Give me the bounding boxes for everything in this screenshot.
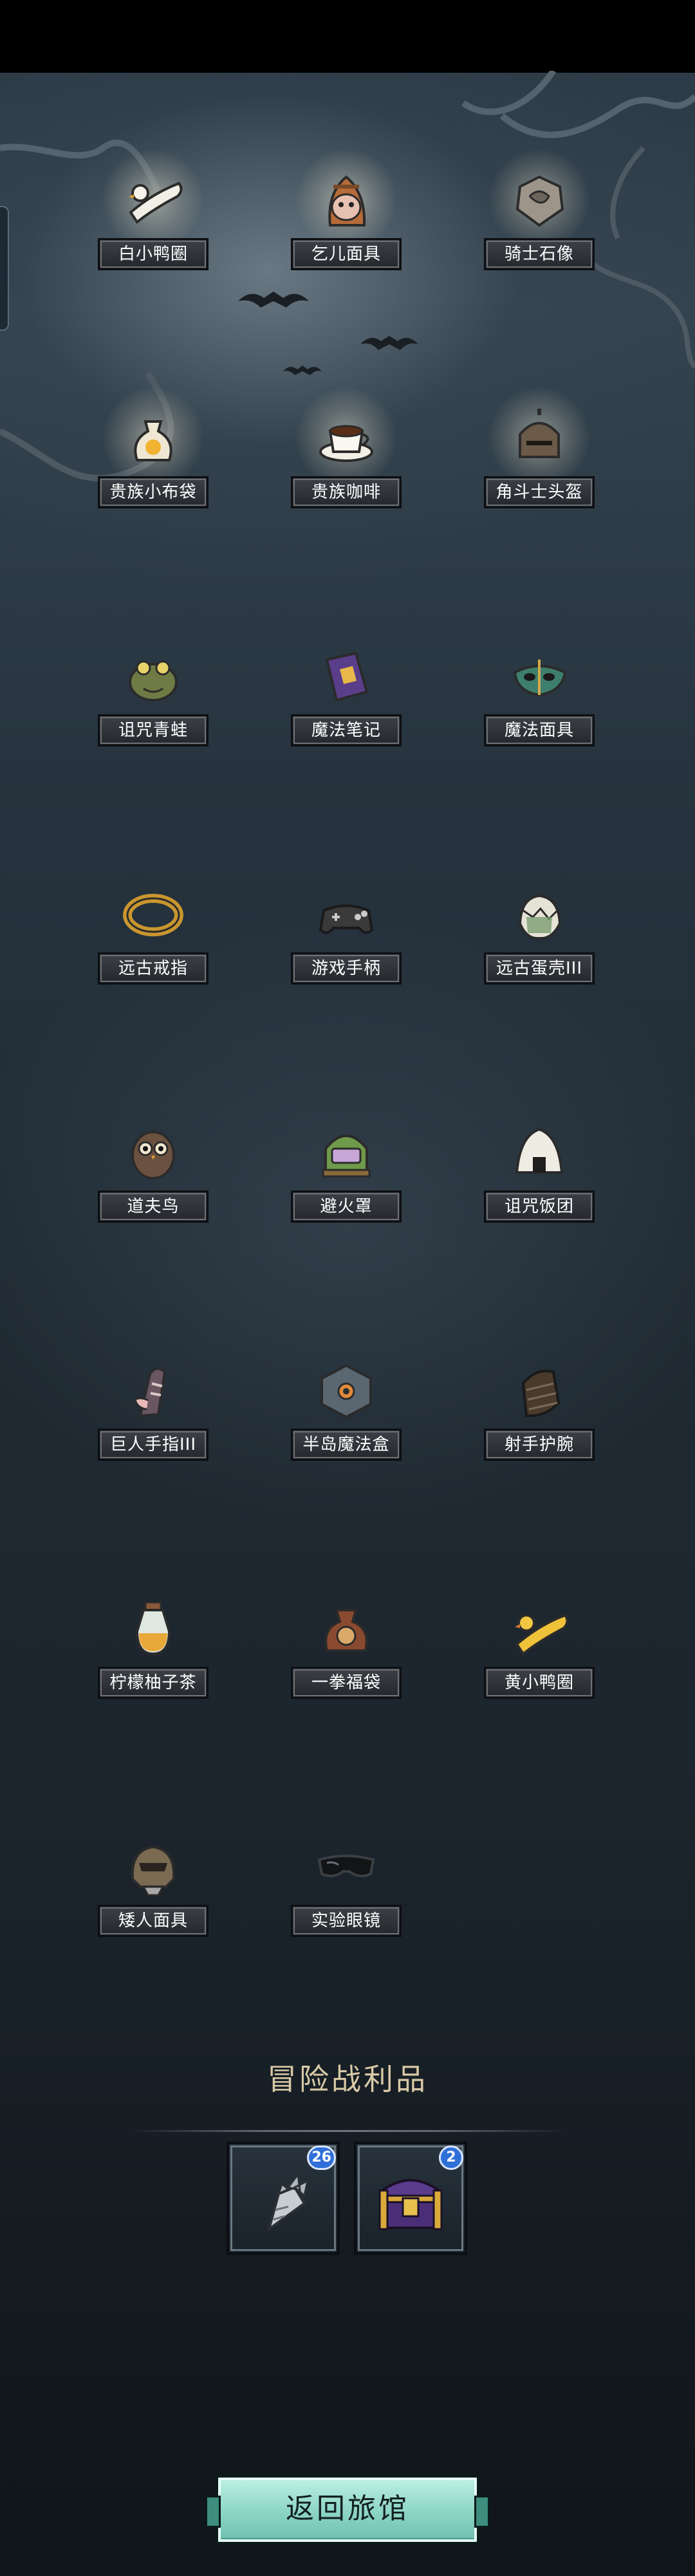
top-black-bar: [0, 0, 695, 73]
item-name-label: 实验眼镜: [291, 1905, 402, 1937]
item-name-label: 柠檬柚子茶: [98, 1667, 208, 1699]
fire-shield-helmet-icon: [322, 1135, 371, 1178]
button-right-cap: [474, 2496, 490, 2528]
collection-item[interactable]: 实验眼镜: [282, 1808, 411, 1950]
collection-item[interactable]: 白小鸭圈: [89, 142, 218, 283]
item-name-label: 诅咒青蛙: [98, 714, 208, 746]
collection-item[interactable]: 骑士石像: [475, 142, 604, 283]
collection-item[interactable]: 柠檬柚子茶: [89, 1570, 218, 1712]
collection-item[interactable]: 远古蛋壳III: [475, 856, 604, 997]
return-to-inn-button[interactable]: 返回旅馆: [205, 2474, 490, 2545]
collection-item[interactable]: 魔法面具: [475, 618, 604, 759]
item-name-label: 贵族咖啡: [291, 476, 402, 508]
collection-item[interactable]: 一拳福袋: [282, 1570, 411, 1712]
collection-item[interactable]: 游戏手柄: [282, 856, 411, 997]
lemon-tea-icon: [135, 1601, 171, 1656]
collection-item[interactable]: 乞儿面具: [282, 142, 411, 283]
item-name-label: 半岛魔法盒: [291, 1429, 402, 1461]
item-name-label: 巨人手指III: [98, 1429, 208, 1461]
dwarf-mask-icon: [131, 1845, 176, 1896]
loot-divider: [129, 2130, 566, 2132]
treasure-chest-icon: [378, 2179, 443, 2230]
lab-goggles-icon: [317, 1855, 375, 1878]
gladiator-helmet-icon: [519, 409, 560, 458]
item-name-label: 矮人面具: [98, 1905, 208, 1937]
collection-item[interactable]: 贵族小布袋: [89, 380, 218, 521]
item-name-label: 角斗士头盔: [484, 476, 595, 508]
item-name-label: 诅咒饭团: [484, 1191, 595, 1223]
archer-bracer-icon: [521, 1369, 561, 1418]
item-name-label: 道夫鸟: [98, 1191, 208, 1223]
collection-item[interactable]: 道夫鸟: [89, 1094, 218, 1236]
bat-icon: [283, 366, 322, 375]
collection-item[interactable]: 远古戒指: [89, 856, 218, 997]
item-name-label: 魔法笔记: [291, 714, 402, 746]
white-duck-ring-icon: [129, 181, 183, 224]
magic-mask-icon: [513, 660, 567, 697]
yellow-duck-ring-icon: [515, 1613, 569, 1656]
collection-item[interactable]: 半岛魔法盒: [282, 1332, 411, 1474]
magic-notebook-icon: [325, 651, 369, 702]
collection-item[interactable]: 避火罩: [282, 1094, 411, 1236]
item-name-label: 远古戒指: [98, 952, 208, 985]
beggar-mask-icon: [328, 175, 366, 227]
collection-item[interactable]: 巨人手指III: [89, 1332, 218, 1474]
collection-item[interactable]: 矮人面具: [89, 1808, 218, 1950]
magic-box-icon: [320, 1364, 372, 1419]
item-name-label: 黄小鸭圈: [484, 1667, 595, 1699]
item-name-label: 射手护腕: [484, 1429, 595, 1461]
item-name-label: 白小鸭圈: [98, 238, 208, 270]
item-name-label: 骑士石像: [484, 238, 595, 270]
item-name-label: 魔法面具: [484, 714, 595, 746]
loot-count-badge: 26: [307, 2145, 336, 2170]
owl-icon: [131, 1131, 175, 1180]
collection-item[interactable]: 诅咒饭团: [475, 1094, 604, 1236]
loot-slot-carrot[interactable]: 26: [227, 2142, 340, 2255]
collection-item[interactable]: 魔法笔记: [282, 618, 411, 759]
bat-icon: [238, 292, 309, 308]
knight-statue-icon: [515, 175, 564, 227]
ancient-ring-icon: [123, 894, 183, 936]
item-name-label: 远古蛋壳III: [484, 952, 595, 985]
collection-item[interactable]: 诅咒青蛙: [89, 618, 218, 759]
loot-title: 冒险战利品: [267, 2062, 428, 2097]
item-name-label: 避火罩: [291, 1191, 402, 1223]
item-name-label: 游戏手柄: [291, 952, 402, 985]
carrot-icon: [266, 2172, 310, 2232]
noble-pouch-icon: [134, 420, 172, 461]
noble-coffee-icon: [319, 425, 373, 462]
ancient-eggshell-icon: [518, 894, 562, 940]
lucky-bag-icon: [324, 1609, 368, 1652]
item-name-label: 乞儿面具: [291, 238, 402, 270]
collection-item[interactable]: 黄小鸭圈: [475, 1570, 604, 1712]
return-button-label: 返回旅馆: [286, 2492, 409, 2525]
item-name-label: 一拳福袋: [291, 1667, 402, 1699]
bat-icon: [360, 336, 418, 350]
loot-slot-chest[interactable]: 2: [354, 2142, 467, 2255]
collection-item[interactable]: 贵族咖啡: [282, 380, 411, 521]
collection-item[interactable]: 射手护腕: [475, 1332, 604, 1474]
giant-finger-icon: [134, 1367, 167, 1418]
button-left-cap: [205, 2496, 221, 2528]
cursed-frog-icon: [129, 660, 178, 701]
gamepad-icon: [319, 904, 374, 934]
cursed-riceball-icon: [515, 1127, 564, 1174]
collection-item[interactable]: 角斗士头盔: [475, 380, 604, 521]
loot-count-badge: 2: [439, 2145, 463, 2170]
item-name-label: 贵族小布袋: [98, 476, 208, 508]
